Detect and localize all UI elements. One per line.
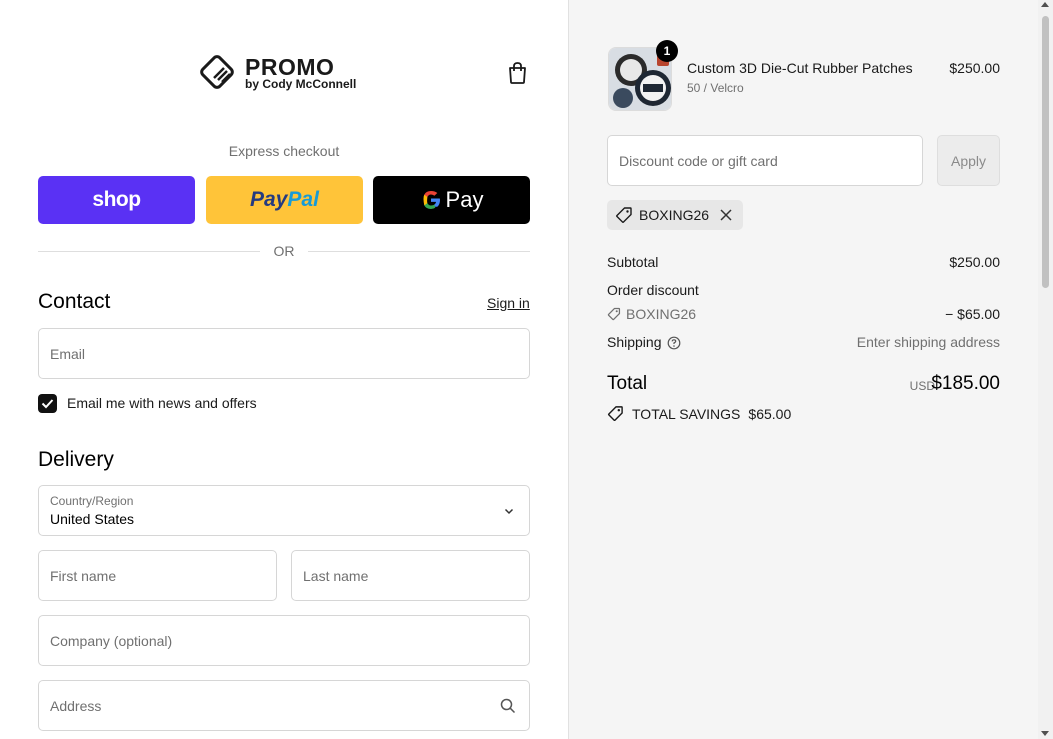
savings-label: TOTAL SAVINGS (632, 405, 741, 422)
checkmark-icon (41, 399, 54, 409)
total-label: Total (607, 373, 648, 394)
first-name-field[interactable]: First name (38, 550, 277, 601)
promo-logo-icon (200, 55, 234, 89)
last-name-field[interactable]: Last name (291, 550, 530, 601)
brand-subtitle: by Cody McConnell (245, 77, 357, 91)
company-field[interactable]: Company (optional) (38, 615, 530, 666)
page-scrollbar[interactable] (1038, 0, 1053, 739)
shipping-label: Shipping (607, 334, 662, 350)
last-name-placeholder: Last name (303, 568, 369, 584)
order-summary-panel: 1 Custom 3D Die-Cut Rubber Patches 50 / … (568, 0, 1038, 739)
applied-discount-chip: BOXING26 (607, 200, 744, 230)
address-placeholder: Address (50, 698, 102, 714)
brand-logo[interactable]: PROMO by Cody McConnell (197, 52, 377, 92)
subtotal-label: Subtotal (607, 254, 659, 270)
first-name-placeholder: First name (50, 568, 117, 584)
chevron-down-icon (504, 508, 514, 515)
delivery-heading: Delivery (38, 448, 114, 471)
product-title: Custom 3D Die-Cut Rubber Patches (687, 60, 913, 76)
checkout-form-panel: PROMO by Cody McConnell Express checkout… (0, 0, 568, 739)
paypal-label-pay: Pay (250, 188, 288, 211)
product-variant: 50 / Velcro (687, 81, 744, 95)
total-savings-row: TOTAL SAVINGS $65.00 (607, 405, 791, 422)
newsletter-checkbox[interactable] (38, 394, 57, 413)
google-pay-label: Pay (445, 187, 484, 212)
email-placeholder: Email (50, 346, 86, 362)
subtotal-row: Subtotal $250.00 (607, 254, 1000, 270)
shipping-row: Shipping Enter shipping address (607, 334, 1000, 350)
shopping-bag-icon[interactable] (507, 61, 528, 85)
order-discount-label: Order discount (607, 282, 699, 298)
shipping-value: Enter shipping address (856, 334, 1000, 350)
company-placeholder: Company (optional) (50, 633, 173, 649)
product-price: $250.00 (949, 60, 1000, 76)
country-value: United States (50, 511, 135, 527)
google-g-icon (423, 191, 440, 209)
express-checkout-label: Express checkout (228, 143, 340, 159)
total-value: $185.00 (931, 373, 1000, 394)
tag-icon (607, 307, 621, 321)
discount-placeholder: Discount code or gift card (619, 153, 778, 169)
quantity-badge: 1 (656, 40, 678, 62)
paypal-label-pal: Pal (287, 188, 319, 211)
paypal-button[interactable]: Pay Pal (206, 176, 363, 224)
savings-tag-icon (607, 406, 623, 422)
sign-in-link[interactable]: Sign in (487, 295, 530, 311)
contact-heading: Contact (38, 290, 111, 313)
newsletter-label: Email me with news and offers (67, 395, 257, 411)
or-divider: OR (38, 243, 530, 259)
email-field[interactable]: Email (38, 328, 530, 379)
google-pay-button[interactable]: Pay (373, 176, 530, 224)
order-discount-row: Order discount (607, 282, 1000, 298)
discount-code-input[interactable]: Discount code or gift card (607, 135, 923, 186)
country-select[interactable]: Country/Region United States (38, 485, 530, 536)
or-text: OR (273, 243, 295, 259)
subtotal-value: $250.00 (949, 254, 1000, 270)
search-icon (500, 698, 516, 714)
shop-pay-button[interactable]: shop (38, 176, 195, 224)
scroll-down-arrow-icon[interactable] (1041, 731, 1049, 736)
address-field[interactable]: Address (38, 680, 530, 731)
scrollbar-thumb[interactable] (1042, 16, 1049, 288)
help-circle-icon[interactable] (667, 336, 681, 350)
discount-value: − $65.00 (945, 306, 1000, 322)
shop-pay-label: shop (92, 188, 141, 211)
savings-value: $65.00 (748, 405, 792, 422)
scroll-up-arrow-icon[interactable] (1041, 2, 1049, 7)
apply-discount-button[interactable]: Apply (937, 135, 1000, 186)
tag-icon (616, 207, 632, 223)
discount-code-label: BOXING26 (626, 306, 697, 322)
country-label: Country/Region (50, 494, 134, 508)
close-icon[interactable] (719, 208, 733, 222)
applied-code-label: BOXING26 (639, 207, 710, 223)
